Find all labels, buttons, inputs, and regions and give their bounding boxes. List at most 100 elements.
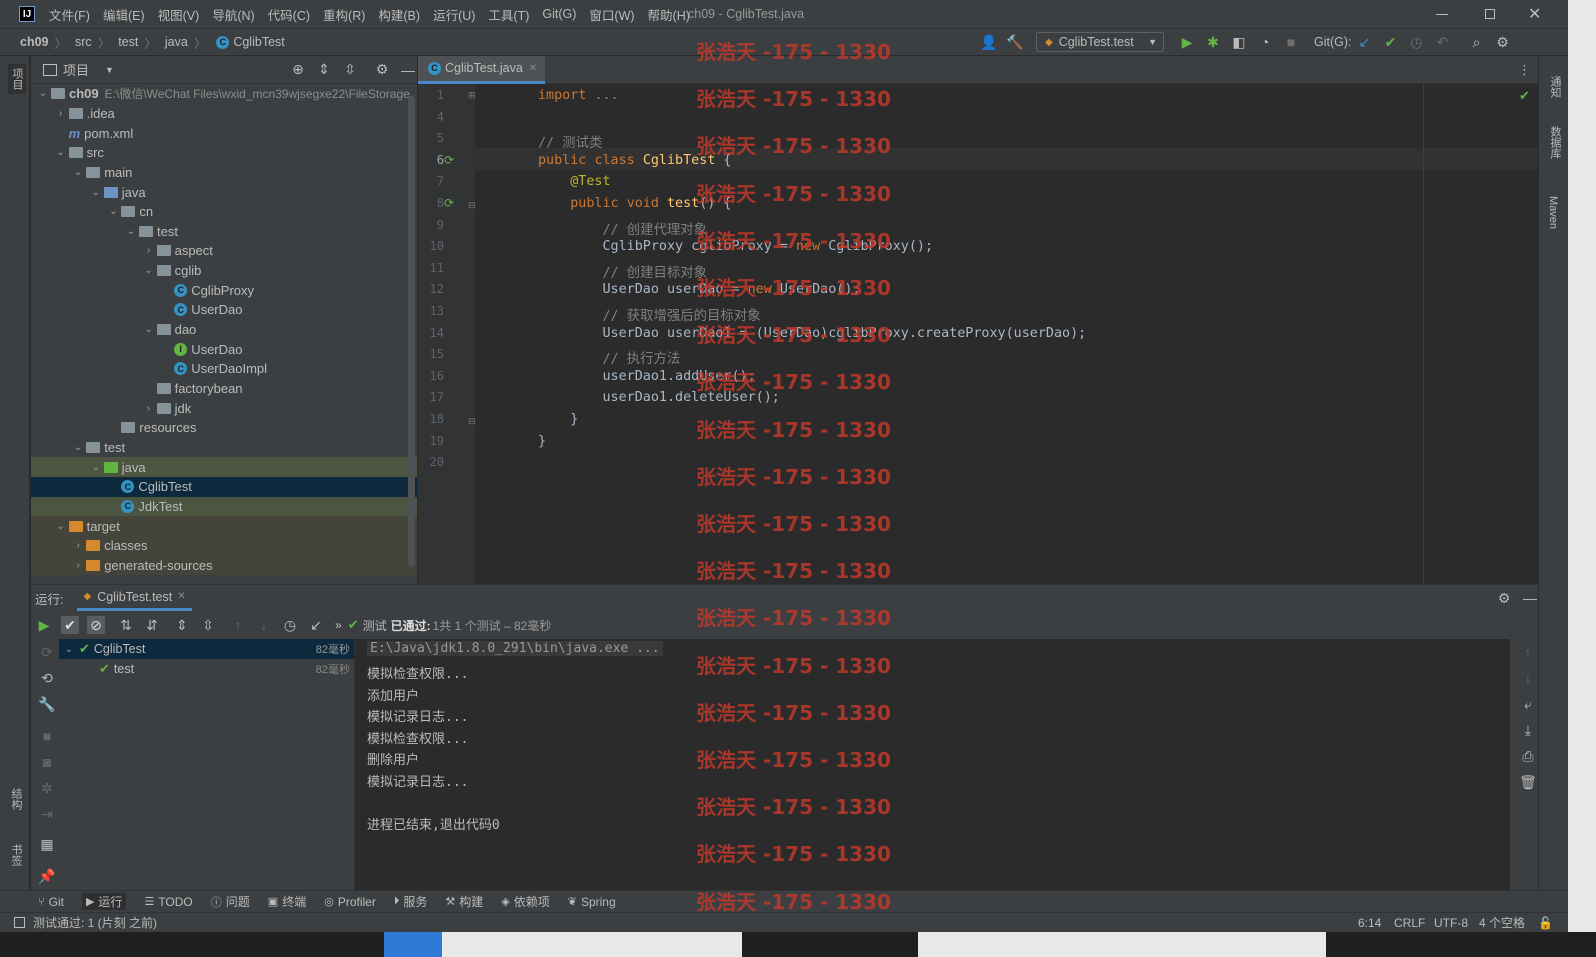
notifications-tool-button[interactable]: 通知 [1547, 76, 1563, 98]
chevron-down-icon[interactable]: ⌄ [143, 265, 155, 276]
chevron-down-icon[interactable]: ⌄ [107, 206, 119, 217]
project-tool-button[interactable]: 项目 [8, 64, 26, 94]
taskbar-item[interactable] [442, 932, 742, 957]
more-icon[interactable]: » [335, 618, 342, 632]
menu-item[interactable]: 运行(U) [433, 5, 475, 24]
close-tab-icon[interactable]: ✕ [529, 63, 537, 74]
chevron-down-icon[interactable]: ⌄ [72, 167, 84, 178]
show-ignored-icon[interactable]: ⊘ [87, 616, 105, 634]
user-icon[interactable]: 👤 [980, 33, 998, 51]
chevron-down-icon[interactable]: ⌄ [90, 462, 102, 473]
breadcrumb-item[interactable]: src [75, 35, 92, 49]
tree-node[interactable]: ⌄ src [31, 143, 417, 163]
tree-node[interactable]: C UserDaoImpl [31, 359, 417, 379]
search-icon[interactable]: ⌕ [1468, 33, 1486, 51]
tree-node[interactable]: ⌄ ch09 E:\微信\WeChat Files\wxid_mcn39wjsegx… [31, 84, 417, 104]
menu-item[interactable]: 编辑(E) [103, 5, 145, 24]
wrench-icon[interactable]: 🔧 [38, 695, 56, 713]
tree-node[interactable]: ⌄ dao [31, 320, 417, 340]
chevron-down-icon[interactable]: ⌄ [55, 521, 67, 532]
menu-item[interactable]: 视图(V) [158, 5, 200, 24]
locate-icon[interactable]: ⊕ [289, 61, 307, 79]
collapse-all-icon[interactable]: ⇳ [341, 61, 359, 79]
stop-icon[interactable]: ■ [38, 727, 56, 745]
chevron-down-icon[interactable]: ⌄ [125, 226, 137, 237]
expand-all-icon[interactable]: ⇕ [173, 616, 191, 634]
chevron-right-icon[interactable]: › [72, 560, 84, 571]
up-icon[interactable]: ↑ [1519, 643, 1537, 661]
bottom-tab-run[interactable]: ▶ 运行 [81, 893, 127, 910]
sort-alpha-icon[interactable]: ⇅ [117, 616, 135, 634]
down-icon[interactable]: ↓ [1519, 669, 1537, 687]
chevron-down-icon[interactable]: ⌄ [90, 187, 102, 198]
tree-node[interactable]: ⌄ test [31, 222, 417, 242]
run-gutter-icon[interactable]: ⟳ [444, 153, 454, 167]
breadcrumb-item[interactable]: java [165, 35, 188, 49]
run-icon[interactable]: ▶ [1178, 33, 1196, 51]
chevron-down-icon[interactable]: ⌄ [143, 324, 155, 335]
rerun-failed-icon[interactable]: ⟳ [38, 643, 56, 661]
run-config-select[interactable]: ◆ CglibTest.test ▼ [1036, 32, 1164, 52]
status-toggle-icon[interactable] [14, 917, 25, 928]
gear-icon[interactable]: ⚙ [1495, 589, 1513, 607]
maven-tool-button[interactable]: Maven [1547, 196, 1559, 229]
project-panel-title[interactable]: 项目 [63, 60, 89, 79]
tree-node[interactable]: m pom.xml [31, 123, 417, 143]
soft-wrap-icon[interactable]: ⤶ [1519, 695, 1537, 713]
profile-icon[interactable]: ◔ [1256, 33, 1274, 51]
test-row[interactable]: ✔ test 82毫秒 [59, 659, 354, 679]
structure-tool-button[interactable]: 结构 [8, 788, 24, 810]
lock-icon[interactable]: 🔓 [1538, 916, 1553, 930]
tree-node[interactable]: ⌄ target [31, 516, 417, 536]
file-encoding[interactable]: UTF-8 [1434, 916, 1468, 930]
bottom-tab-spring[interactable]: ❦ Spring [568, 895, 616, 909]
run-gutter-icon[interactable]: ⟳ [444, 196, 454, 210]
exit-icon[interactable]: ⇥ [38, 805, 56, 823]
bottom-tab-build[interactable]: ⚒ 构建 [445, 893, 483, 910]
status-message[interactable]: 测试通过: 1 (片刻 之前) [33, 914, 157, 931]
hide-panel-icon[interactable]: — [1521, 589, 1539, 607]
menu-item[interactable]: 帮助(H) [648, 5, 690, 24]
tree-node[interactable]: ⌄ java [31, 457, 417, 477]
test-row[interactable]: ⌄ ✔ CglibTest 82毫秒 [59, 639, 354, 659]
trash-icon[interactable]: 🗑 [1519, 773, 1537, 791]
chevron-right-icon[interactable]: › [55, 108, 67, 119]
indent-setting[interactable]: 4 个空格 [1479, 914, 1525, 931]
coverage-icon[interactable]: ◧ [1230, 33, 1248, 51]
tree-node[interactable]: › .idea [31, 104, 417, 124]
import-tests-icon[interactable]: ↙ [307, 616, 325, 634]
prev-failed-icon[interactable]: ↑ [229, 616, 247, 634]
bottom-tab-todo[interactable]: ☰ TODO [144, 895, 192, 909]
tree-node[interactable]: resources [31, 418, 417, 438]
git-commit-icon[interactable]: ✔ [1382, 33, 1400, 51]
menu-item[interactable]: 工具(T) [488, 5, 529, 24]
hide-panel-icon[interactable]: — [399, 61, 417, 79]
code-area[interactable]: ✔ import ...// 测试类 public class CglibTest… [475, 84, 1538, 584]
tree-node[interactable]: › jdk [31, 398, 417, 418]
print-icon[interactable]: ⎙ [1519, 747, 1537, 765]
run-tab-cglibtest[interactable]: ◆ CglibTest.test ✕ [77, 585, 192, 611]
editor-tab-cglibtest[interactable]: C CglibTest.java ✕ [418, 55, 546, 84]
tree-node[interactable]: C JdkTest [31, 496, 417, 517]
camera-icon[interactable]: ◙ [38, 753, 56, 771]
bottom-tab-services[interactable]: ⏵ 服务 [394, 893, 428, 910]
chevron-down-icon[interactable]: ⌄ [55, 147, 67, 158]
database-tool-button[interactable]: 数据库 [1547, 126, 1563, 159]
bottom-tab-problems[interactable]: ⓘ 问题 [211, 893, 250, 910]
tree-node[interactable]: ⌄ java [31, 182, 417, 202]
tree-node[interactable]: factorybean [31, 379, 417, 399]
tree-scrollbar[interactable] [408, 96, 415, 566]
chevron-right-icon[interactable]: › [143, 403, 155, 414]
scroll-to-end-icon[interactable]: ⤓ [1519, 721, 1537, 739]
menu-item[interactable]: 文件(F) [49, 5, 90, 24]
menu-item[interactable]: 代码(C) [268, 5, 310, 24]
tree-node[interactable]: ⌄ cn [31, 202, 417, 222]
tree-node[interactable]: C CglibTest [31, 477, 417, 497]
chevron-right-icon[interactable]: › [143, 245, 155, 256]
tree-node[interactable]: › aspect [31, 241, 417, 261]
bookmarks-tool-button[interactable]: 书签 [8, 844, 24, 866]
tree-node[interactable]: ⌄ test [31, 438, 417, 458]
chevron-down-icon[interactable]: ▼ [105, 65, 114, 75]
show-passed-icon[interactable]: ✔ [61, 616, 79, 634]
dump-threads-icon[interactable]: ✲ [38, 779, 56, 797]
